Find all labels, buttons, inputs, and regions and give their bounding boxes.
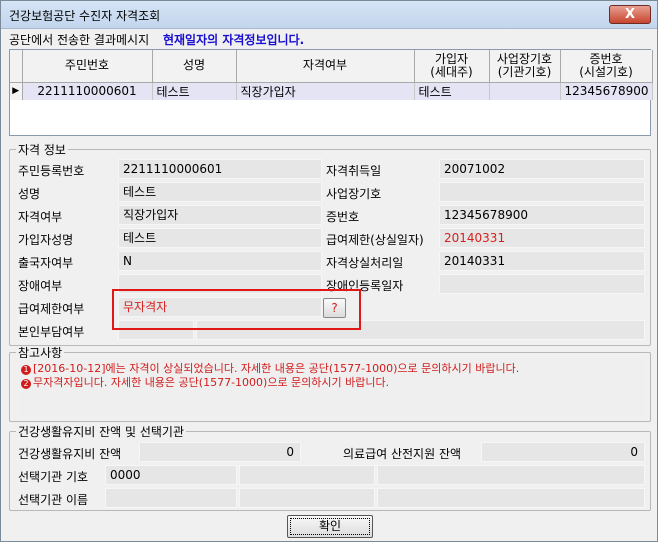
name-field: 테스트	[118, 182, 322, 202]
inst-name-extra-field	[239, 488, 375, 508]
rrn-field: 2211110000601	[118, 159, 322, 179]
health-fund-legend: 건강생활유지비 잔액 및 선택기관	[18, 425, 185, 439]
cell-card-no[interactable]: 12345678900	[560, 82, 653, 100]
inst-code-extra-field	[239, 465, 375, 485]
card-no-label: 증번호	[326, 210, 360, 224]
col-header-qualification[interactable]: 자격여부	[236, 50, 415, 83]
balance-field: 0	[139, 442, 301, 462]
medical-balance-label: 의료급여 산전지원 잔액	[343, 447, 462, 461]
departure-field: N	[118, 251, 322, 271]
col-header-rrn[interactable]: 주민번호	[22, 50, 153, 83]
limit-date-label: 급여제한(상실일자)	[326, 233, 424, 247]
cell-biz-code[interactable]	[489, 82, 561, 100]
inst-name-extra-field-2	[377, 488, 645, 508]
cell-qualification[interactable]: 직장가입자	[236, 82, 415, 100]
note-text: 무자격자입니다. 자세한 내용은 공단(1577-1000)으로 문의하시기 바…	[33, 376, 390, 389]
result-message-text: 현재일자의 자격정보입니다.	[162, 33, 305, 47]
inst-code-field: 0000	[105, 465, 237, 485]
rrn-label: 주민등록번호	[18, 164, 85, 178]
subscriber-field: 테스트	[118, 228, 322, 248]
card-no-field: 12345678900	[439, 205, 645, 225]
table-row[interactable]: ▶ 2211110000601 테스트 직장가입자 테스트 1234567890…	[10, 82, 653, 100]
note-number-icon: 2	[21, 379, 31, 389]
subscriber-label: 가입자성명	[18, 233, 74, 247]
biz-code-label: 사업장기호	[326, 187, 382, 201]
inst-code-label: 선택기관 기호	[18, 470, 89, 484]
qualification-window: 건강보험공단 수진자 자격조회 X 공단에서 전송한 결과메시지 현재일자의 자…	[0, 0, 658, 542]
biz-code-field	[439, 182, 645, 202]
col-header-subscriber[interactable]: 가입자 (세대주)	[414, 50, 490, 83]
benefit-limit-label: 급여제한여부	[18, 302, 85, 316]
qualification-label: 자격여부	[18, 210, 63, 224]
result-grid[interactable]: 주민번호 성명 자격여부 가입자 (세대주) 사업장기호 (기관기호) 증번호 …	[9, 49, 653, 136]
copay-label: 본인부담여부	[18, 325, 85, 339]
grid-corner	[10, 50, 23, 83]
qualification-info-legend: 자격 정보	[18, 143, 66, 157]
window-title: 건강보험공단 수진자 자격조회	[9, 9, 161, 23]
title-bar[interactable]: 건강보험공단 수진자 자격조회 X	[1, 1, 657, 29]
col-header-name[interactable]: 성명	[152, 50, 237, 83]
qualification-field: 직장가입자	[118, 205, 322, 225]
help-button[interactable]: ?	[323, 298, 346, 318]
grid-header-row: 주민번호 성명 자격여부 가입자 (세대주) 사업장기호 (기관기호) 증번호 …	[10, 50, 653, 83]
ok-button[interactable]: 확인	[287, 515, 373, 538]
result-message-label: 공단에서 전송한 결과메시지	[9, 33, 150, 47]
inst-name-field	[105, 488, 237, 508]
acquisition-date-label: 자격취득일	[326, 164, 382, 178]
result-message: 공단에서 전송한 결과메시지 현재일자의 자격정보입니다.	[9, 31, 304, 47]
col-header-biz-code[interactable]: 사업장기호 (기관기호)	[489, 50, 561, 83]
inst-name-label: 선택기관 이름	[18, 493, 89, 507]
balance-label: 건강생활유지비 잔액	[18, 447, 122, 461]
acquisition-date-field: 20071002	[439, 159, 645, 179]
result-table: 주민번호 성명 자격여부 가입자 (세대주) 사업장기호 (기관기호) 증번호 …	[10, 50, 653, 100]
limit-date-field: 20140331	[439, 228, 645, 248]
loss-date-label: 자격상실처리일	[326, 256, 404, 270]
col-header-card-no[interactable]: 증번호 (시설기호)	[560, 50, 653, 83]
inst-code-extra-field-2	[377, 465, 645, 485]
close-button[interactable]: X	[609, 5, 651, 24]
loss-date-field: 20140331	[439, 251, 645, 271]
notes-box: 1 [2016-10-12]에는 자격이 상실되었습니다. 자세한 내용은 공단(…	[19, 358, 645, 416]
name-label: 성명	[18, 187, 41, 201]
note-item: 2 무자격자입니다. 자세한 내용은 공단(1577-1000)으로 문의하시기 …	[21, 374, 389, 390]
cell-subscriber[interactable]: 테스트	[414, 82, 490, 100]
cell-name[interactable]: 테스트	[152, 82, 237, 100]
cell-rrn[interactable]: 2211110000601	[22, 82, 153, 100]
departure-label: 출국자여부	[18, 256, 74, 270]
row-indicator-icon: ▶	[10, 82, 23, 100]
medical-balance-field: 0	[481, 442, 645, 462]
disability-label: 장애여부	[18, 279, 63, 293]
disability-reg-field	[439, 274, 645, 294]
